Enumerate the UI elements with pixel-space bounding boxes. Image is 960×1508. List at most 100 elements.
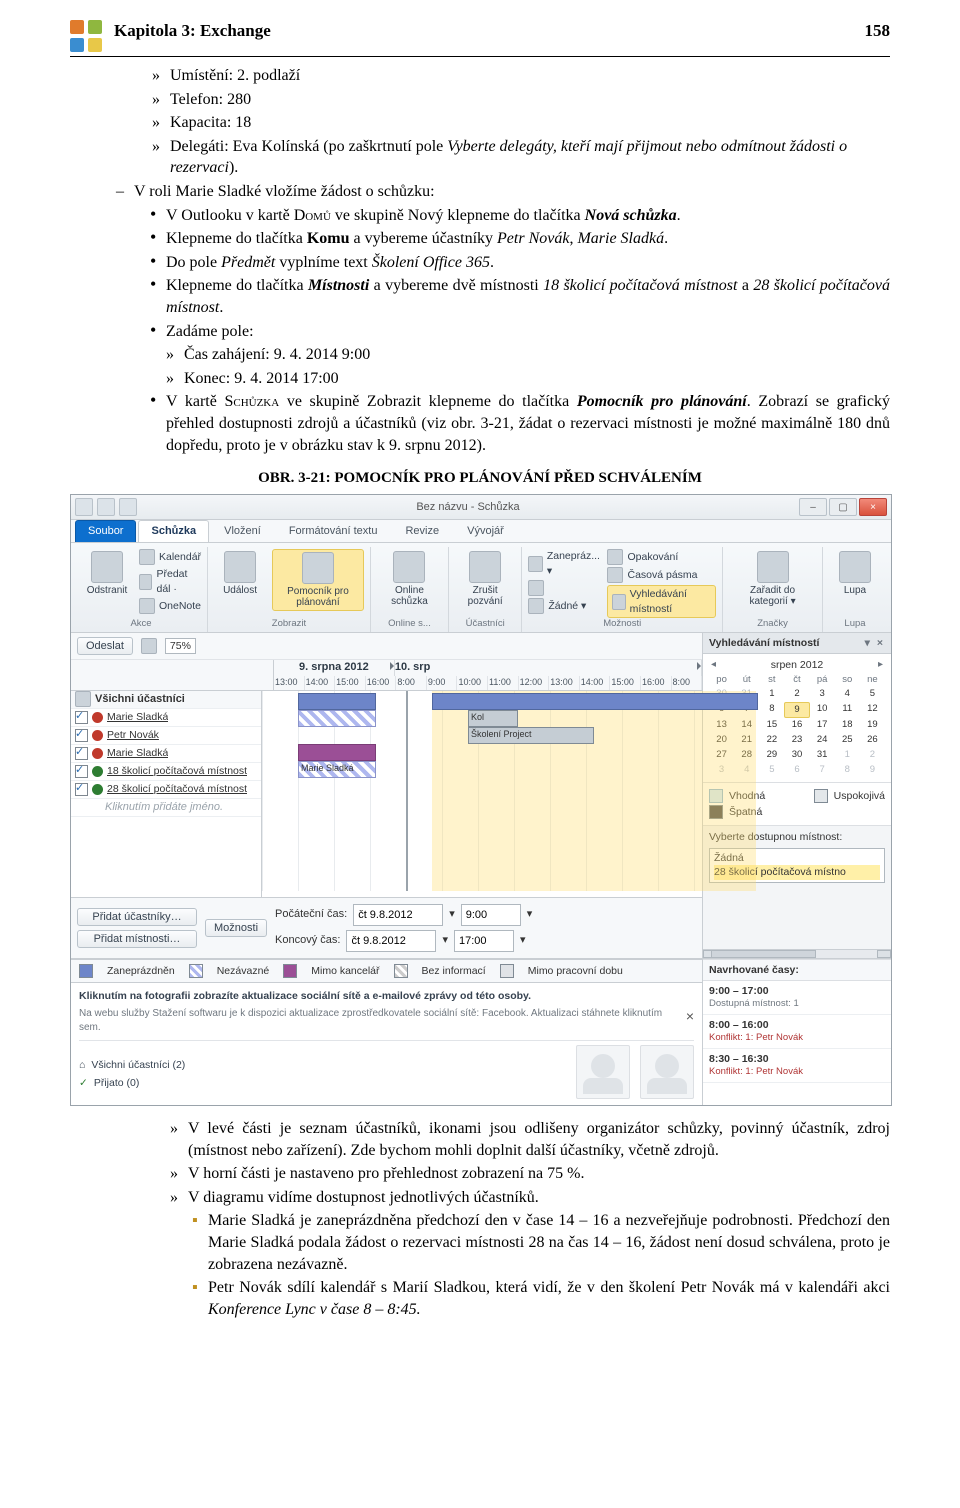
calendar-day[interactable]: 1	[835, 748, 860, 763]
ribbon-tab[interactable]: Soubor	[75, 520, 136, 543]
attendee-row[interactable]: 18 školicí počítačová místnost	[71, 763, 261, 781]
calendar-day[interactable]: 2	[784, 687, 809, 702]
add-attendee-hint[interactable]: Kliknutím přidáte jméno.	[105, 800, 223, 815]
calendar-day[interactable]: 11	[835, 702, 860, 719]
ribbon-tab[interactable]: Vložení	[211, 520, 274, 543]
calendar-day[interactable]: 18	[835, 718, 860, 733]
ribbon-mini-button[interactable]: Vyhledávání místností	[607, 585, 716, 617]
calendar-day[interactable]: 10	[810, 702, 835, 719]
quick-access-toolbar[interactable]	[75, 498, 137, 516]
calendar-day[interactable]: 24	[810, 733, 835, 748]
availability-block	[432, 693, 758, 710]
ribbon-mini-button[interactable]: OneNote	[139, 598, 201, 614]
attendee-checkbox[interactable]	[75, 747, 88, 760]
ribbon-mini-button[interactable]: Časová pásma	[607, 567, 716, 583]
calendar-day[interactable]: 5	[860, 687, 885, 702]
social-close-icon[interactable]: ×	[686, 1007, 694, 1026]
calendar-day[interactable]: 22	[759, 733, 784, 748]
ribbon-mini-button[interactable]	[528, 580, 601, 596]
social-hint[interactable]: Na webu služby Stažení softwaru je k dis…	[79, 1007, 676, 1034]
timeline-grid[interactable]: KolŠkolení ProjectMarie Sladká	[262, 691, 702, 891]
options-button[interactable]: Možnosti	[205, 919, 267, 937]
ribbon-mini-button[interactable]: Zanepráz... ▾	[528, 549, 601, 577]
suggested-time-item[interactable]: 8:00 – 16:00Konflikt: 1: Petr Novák	[703, 1015, 891, 1049]
attendee-row[interactable]: Marie Sladká	[71, 745, 261, 763]
pane-options-icon[interactable]: ▾ ×	[865, 636, 885, 650]
add-attendees-button[interactable]: Přidat účastníky…	[77, 908, 197, 926]
zoom-icon[interactable]	[141, 638, 157, 654]
dow-label: po	[709, 674, 734, 687]
calendar-day[interactable]: 31	[810, 748, 835, 763]
qat-save-icon[interactable]	[75, 498, 93, 516]
hour-label: 10:00	[457, 676, 488, 690]
horizontal-scrollbar[interactable]	[703, 949, 891, 959]
ribbon-button[interactable]: Zrušit pozvání	[455, 549, 515, 609]
ribbon-icon	[469, 551, 501, 583]
ribbon-button[interactable]: Zařadit do kategorií ▾	[729, 549, 816, 609]
qat-undo-icon[interactable]	[97, 498, 115, 516]
attendee-row[interactable]: Petr Novák	[71, 727, 261, 745]
attendee-checkbox[interactable]	[75, 765, 88, 778]
ribbon-button[interactable]: Událost	[214, 549, 266, 598]
attendee-checkbox[interactable]	[75, 711, 88, 724]
attendee-row[interactable]: Marie Sladká	[71, 709, 261, 727]
qat-redo-icon[interactable]	[119, 498, 137, 516]
ribbon-mini-button[interactable]: Opakování	[607, 549, 716, 565]
end-time-input[interactable]	[454, 930, 514, 952]
hour-label: 11:00	[488, 676, 519, 690]
calendar-day[interactable]: 5	[759, 763, 784, 778]
calendar-day[interactable]: 29	[759, 748, 784, 763]
suggested-time-item[interactable]: 8:30 – 16:30Konflikt: 1: Petr Novák	[703, 1049, 891, 1083]
calendar-day[interactable]: 8	[835, 763, 860, 778]
calendar-day[interactable]: 8	[759, 702, 784, 719]
calendar-day[interactable]: 30	[784, 748, 809, 763]
calendar-day[interactable]: 2	[860, 748, 885, 763]
calendar-day[interactable]: 17	[810, 718, 835, 733]
calendar-day[interactable]: 15	[759, 718, 784, 733]
calendar-day[interactable]: 26	[860, 733, 885, 748]
calendar-day[interactable]: 3	[810, 687, 835, 702]
list-item: Do pole Předmět vyplníme text Školení Of…	[166, 252, 890, 274]
ribbon-tab[interactable]: Vývojář	[454, 520, 517, 543]
attendee-name: 18 školicí počítačová místnost	[107, 764, 247, 778]
next-month-icon[interactable]: ▸	[878, 658, 883, 672]
ribbon-button[interactable]: Pomocník pro plánování	[272, 549, 364, 611]
ribbon-mini-button[interactable]: Kalendář	[139, 549, 201, 565]
calendar-day[interactable]: 23	[784, 733, 809, 748]
calendar-day[interactable]: 9	[860, 763, 885, 778]
all-attendees-expand[interactable]: Všichni účastníci (2)	[91, 1058, 185, 1072]
zoom-level[interactable]: 75%	[165, 638, 196, 654]
accepted-expand[interactable]: Přijato (0)	[94, 1076, 140, 1090]
prev-month-icon[interactable]: ◂	[711, 658, 716, 672]
calendar-day[interactable]: 25	[835, 733, 860, 748]
calendar-day[interactable]: 9	[784, 702, 809, 719]
ribbon-tab[interactable]: Schůzka	[138, 520, 209, 543]
calendar-day[interactable]: 1	[759, 687, 784, 702]
end-date-input[interactable]	[346, 930, 436, 952]
ribbon-mini-button[interactable]: Žádné ▾	[528, 598, 601, 614]
add-rooms-button[interactable]: Přidat místnosti…	[77, 930, 197, 948]
start-time-input[interactable]	[461, 904, 521, 926]
maximize-button[interactable]: ▢	[829, 498, 857, 516]
calendar-day[interactable]: 16	[784, 718, 809, 733]
calendar-day[interactable]: 7	[810, 763, 835, 778]
close-button[interactable]: ×	[859, 498, 887, 516]
send-button[interactable]: Odeslat	[77, 637, 133, 655]
ribbon-mini-button[interactable]: Předat dál ·	[139, 567, 201, 595]
minimize-button[interactable]: –	[799, 498, 827, 516]
attendee-checkbox[interactable]	[75, 783, 88, 796]
attendee-checkbox[interactable]	[75, 729, 88, 742]
calendar-day[interactable]: 6	[784, 763, 809, 778]
ribbon-button[interactable]: Odstranit	[81, 549, 133, 598]
calendar-day[interactable]: 4	[835, 687, 860, 702]
ribbon-button[interactable]: Lupa	[829, 549, 881, 598]
calendar-day[interactable]: 19	[860, 718, 885, 733]
calendar-day[interactable]: 12	[860, 702, 885, 719]
attendee-row[interactable]: 28 školicí počítačová místnost	[71, 781, 261, 799]
start-date-input[interactable]	[353, 904, 443, 926]
ribbon-tab[interactable]: Revize	[392, 520, 452, 543]
suggested-time-item[interactable]: 9:00 – 17:00Dostupná místnost: 1	[703, 981, 891, 1015]
ribbon-button[interactable]: Online schůzka	[377, 549, 442, 609]
availability-block: Kol	[468, 710, 518, 727]
ribbon-tab[interactable]: Formátování textu	[276, 520, 391, 543]
